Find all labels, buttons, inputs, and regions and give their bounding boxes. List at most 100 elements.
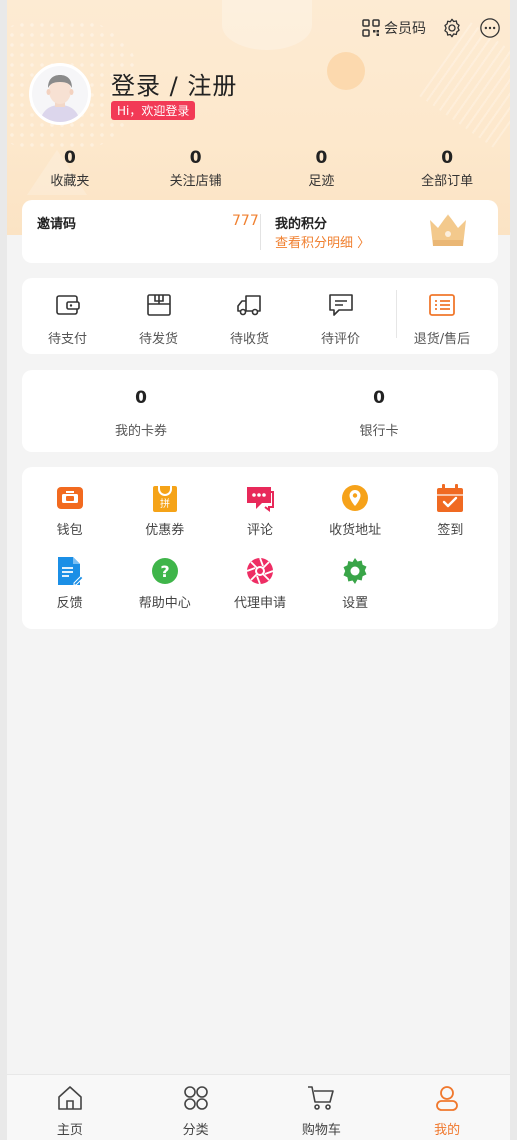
my-coupons-card[interactable]: 0 我的卡券 [22, 370, 260, 452]
document-edit-icon [57, 557, 84, 586]
tool-label: 设置 [342, 596, 369, 611]
order-pending-review[interactable]: 待评价 [295, 278, 386, 354]
tool-label: 评论 [246, 523, 273, 538]
order-label: 待支付 [47, 332, 87, 347]
order-label: 待评价 [320, 332, 360, 347]
home-icon [58, 1086, 82, 1110]
tool-address[interactable]: 收货地址 [308, 483, 403, 556]
bank-card-count: 0 [373, 388, 385, 408]
top-actions: 会员码 [362, 16, 502, 40]
aperture-icon [246, 557, 274, 585]
orders-card: 待支付 待发货 待收货 待评价 退货/售后 [22, 278, 498, 354]
order-returns[interactable]: 退货/售后 [386, 278, 498, 354]
my-points-title: 我的积分 [275, 217, 328, 232]
tab-label: 分类 [182, 1123, 209, 1138]
tool-agent-application[interactable]: 代理申请 [212, 556, 307, 629]
order-pending-payment[interactable]: 待支付 [22, 278, 113, 354]
order-label: 待收货 [229, 332, 269, 347]
stat-followed-shops[interactable]: 0 关注店铺 [133, 148, 259, 189]
tool-label: 收货地址 [329, 523, 382, 538]
help-icon: ? [151, 558, 178, 584]
default-avatar-icon [32, 66, 88, 122]
stat-label: 足迹 [308, 174, 335, 189]
tool-label: 优惠券 [145, 523, 185, 538]
settings-button[interactable] [440, 16, 464, 40]
coupon-count: 0 [135, 388, 147, 408]
stat-value: 0 [315, 148, 328, 168]
order-pending-receipt[interactable]: 待收货 [204, 278, 295, 354]
tool-comments[interactable]: 评论 [212, 483, 307, 556]
svg-text:拼: 拼 [160, 497, 170, 510]
tool-label: 帮助中心 [138, 596, 191, 611]
tool-help-center[interactable]: ? 帮助中心 [117, 556, 212, 629]
bank-cards[interactable]: 0 银行卡 [260, 370, 498, 452]
stat-favorites[interactable]: 0 收藏夹 [7, 148, 133, 189]
wallet-icon [55, 295, 80, 315]
stat-label: 全部订单 [421, 174, 474, 189]
member-code-label: 会员码 [384, 21, 426, 37]
invite-code-value[interactable]: 777 [232, 213, 259, 229]
tool-label: 反馈 [56, 596, 83, 611]
stat-value: 0 [189, 148, 202, 168]
tool-feedback[interactable]: 反馈 [22, 556, 117, 629]
tab-mine[interactable]: 我的 [384, 1075, 510, 1140]
header-decoration [419, 22, 510, 148]
tab-cart[interactable]: 购物车 [259, 1075, 385, 1140]
tools-card: 钱包 拼 优惠券 评论 收货地址 签到 反馈 ? 帮助中心 代理申请 设置 [22, 467, 498, 629]
chat-icon [246, 487, 274, 512]
comment-icon [328, 294, 353, 316]
invite-code-label: 邀请码 [37, 217, 77, 232]
header-decoration [222, 0, 312, 50]
points-detail-link[interactable]: 查看积分明细 〉 [275, 232, 370, 251]
order-pending-shipment[interactable]: 待发货 [113, 278, 204, 354]
welcome-badge: Hi，欢迎登录 [111, 101, 196, 120]
tool-checkin[interactable]: 签到 [403, 483, 498, 556]
tool-coupon[interactable]: 拼 优惠券 [117, 483, 212, 556]
tab-categories[interactable]: 分类 [133, 1075, 259, 1140]
tab-home[interactable]: 主页 [7, 1075, 133, 1140]
login-register-link[interactable]: 登录 / 注册 [111, 66, 237, 101]
crown-icon [430, 213, 466, 246]
tab-label: 主页 [56, 1123, 83, 1138]
coupon-label: 我的卡券 [114, 424, 167, 439]
wallet-icon [56, 487, 83, 509]
stat-value: 0 [441, 148, 454, 168]
header-decoration [327, 52, 365, 90]
svg-text:?: ? [160, 562, 169, 581]
order-label: 退货/售后 [413, 332, 471, 347]
coupon-bag-icon: 拼 [152, 486, 177, 512]
bottom-tab-bar: 主页 分类 购物车 我的 [7, 1074, 510, 1140]
stat-all-orders[interactable]: 0 全部订单 [384, 148, 510, 189]
stat-value: 0 [63, 148, 76, 168]
tool-wallet[interactable]: 钱包 [22, 483, 117, 556]
tool-settings[interactable]: 设置 [308, 556, 403, 629]
tool-label: 代理申请 [233, 596, 286, 611]
stat-label: 关注店铺 [169, 174, 222, 189]
gear-icon [343, 558, 367, 584]
order-label: 待发货 [138, 332, 178, 347]
bank-card-label: 银行卡 [359, 424, 399, 439]
member-code-button[interactable]: 会员码 [362, 18, 426, 38]
stats-row: 0 收藏夹 0 关注店铺 0 足迹 0 全部订单 [7, 148, 510, 189]
divider [260, 214, 261, 250]
qr-code-icon [362, 19, 380, 37]
stat-label: 收藏夹 [50, 174, 90, 189]
stat-footprints[interactable]: 0 足迹 [259, 148, 385, 189]
message-button[interactable] [478, 16, 502, 40]
cart-icon [308, 1086, 335, 1110]
tab-label: 我的 [434, 1123, 461, 1138]
list-icon [429, 294, 455, 316]
gear-icon [444, 18, 460, 38]
more-chat-icon [480, 18, 500, 38]
tab-label: 购物车 [301, 1123, 341, 1138]
truck-icon [236, 295, 261, 316]
user-icon [436, 1086, 459, 1111]
cards-summary: 0 我的卡券 0 银行卡 [22, 370, 498, 452]
invite-points-card: 邀请码 777 我的积分 查看积分明细 〉 [22, 200, 498, 263]
calendar-check-icon [437, 484, 464, 512]
tool-label: 签到 [437, 523, 464, 538]
app-root: 会员码 登录 / 注册 Hi，欢迎登录 0 收藏夹 0 关注店铺 0 足迹 0 … [7, 0, 510, 1140]
avatar[interactable] [29, 63, 91, 125]
location-icon [342, 485, 369, 511]
grid-icon [183, 1086, 208, 1110]
